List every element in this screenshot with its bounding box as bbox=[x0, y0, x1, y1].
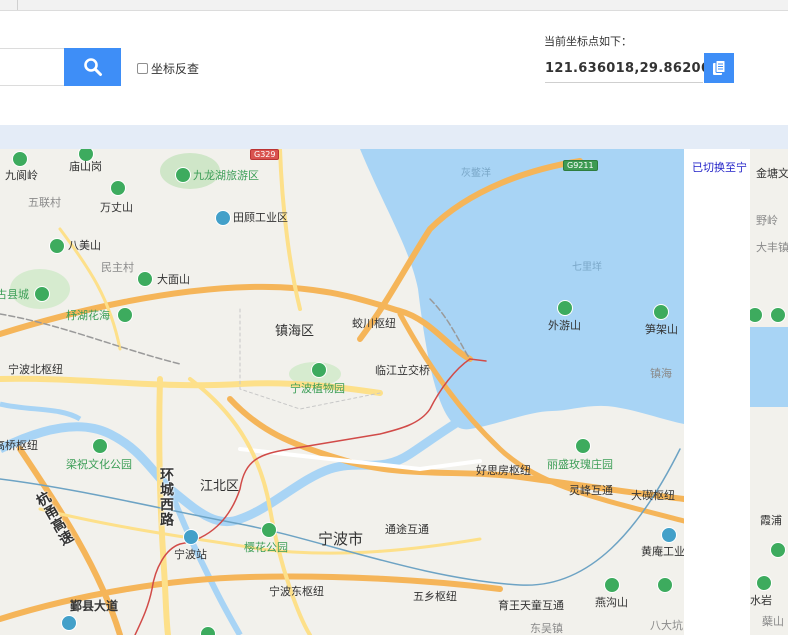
place-label: 蘗山 bbox=[762, 615, 784, 628]
place-label: 五乡枢纽 bbox=[413, 590, 457, 603]
place-label: 黄庵工业 bbox=[641, 545, 685, 558]
place-label: 宁波植物园 bbox=[290, 382, 345, 395]
place-label: 霞浦 bbox=[760, 514, 782, 527]
place-label: 田顾工业区 bbox=[233, 211, 288, 224]
place-label: 庙山岗 bbox=[69, 160, 102, 173]
district-label: 江北区 bbox=[200, 479, 240, 494]
highway-shield: G9211 bbox=[563, 160, 598, 171]
top-divider bbox=[17, 0, 18, 10]
place-label: 育王天童互通 bbox=[498, 599, 564, 612]
station-icon bbox=[183, 529, 199, 545]
place-label: 古县城 bbox=[0, 288, 29, 301]
place-label: 外游山 bbox=[548, 319, 581, 332]
side-panel bbox=[684, 149, 750, 635]
place-label: 五联村 bbox=[28, 196, 61, 209]
park-icon bbox=[261, 522, 277, 538]
place-label: 燕沟山 bbox=[595, 596, 628, 609]
search-icon bbox=[83, 58, 102, 76]
airport-icon bbox=[61, 615, 77, 631]
place-label: 梁祝文化公园 bbox=[66, 458, 132, 471]
reverse-lookup-label: 坐标反查 bbox=[151, 62, 200, 76]
place-label: 大面山 bbox=[157, 273, 190, 286]
place-label: 好思房枢纽 bbox=[476, 464, 531, 477]
sea-label: 七里垟 bbox=[572, 262, 602, 273]
map-canvas[interactable]: G329 G9211 九阆岭 庙山岗 九龙湖旅游区 灰鳖洋 五联村 万丈山 田顾… bbox=[0, 149, 788, 635]
sea-area bbox=[360, 149, 684, 430]
park-icon bbox=[750, 307, 763, 323]
place-label: 宁波东枢纽 bbox=[269, 585, 324, 598]
park-icon bbox=[12, 151, 28, 167]
road-label: 环城西路 bbox=[158, 467, 174, 527]
place-label: 金塘文化 bbox=[756, 167, 788, 180]
place-label: 樱花公园 bbox=[244, 541, 288, 554]
road-label: 鄞县大道 bbox=[70, 599, 119, 613]
place-label: 万丈山 bbox=[100, 201, 133, 214]
park-icon bbox=[575, 438, 591, 454]
place-label: 宁波北枢纽 bbox=[8, 363, 63, 376]
highway-shield: G329 bbox=[250, 149, 280, 160]
place-label: 民主村 bbox=[101, 261, 134, 274]
top-strip bbox=[0, 0, 788, 11]
place-label: 九阆岭 bbox=[5, 169, 38, 182]
park-icon bbox=[604, 577, 620, 593]
park-icon bbox=[770, 542, 786, 558]
place-label: 灵峰互通 bbox=[569, 484, 613, 497]
copy-icon bbox=[713, 60, 726, 75]
switch-notice[interactable]: 已切换至宁 bbox=[692, 159, 747, 175]
place-label: 大丰镇 bbox=[756, 241, 788, 254]
search-button[interactable] bbox=[64, 48, 121, 86]
landmark-icon bbox=[34, 286, 50, 302]
place-label: 笋架山 bbox=[645, 323, 678, 336]
place-label: 通途互通 bbox=[385, 523, 429, 536]
place-label: 八美山 bbox=[68, 239, 101, 252]
industrial-icon bbox=[215, 210, 231, 226]
park-icon bbox=[770, 307, 786, 323]
place-label: 杼湖花海 bbox=[66, 309, 110, 322]
sea-area-secondary bbox=[750, 327, 788, 407]
place-label: 水岩 bbox=[750, 594, 772, 607]
park-icon bbox=[653, 304, 669, 320]
park-icon bbox=[92, 438, 108, 454]
place-label: 蛟川枢纽 bbox=[352, 317, 396, 330]
place-label: 九龙湖旅游区 bbox=[193, 169, 259, 182]
place-label: 丽盛玫瑰庄园 bbox=[547, 458, 613, 471]
search-input[interactable] bbox=[0, 48, 64, 86]
park-icon bbox=[117, 307, 133, 323]
park-icon bbox=[137, 271, 153, 287]
city-label: 宁波市 bbox=[318, 530, 364, 548]
park-icon bbox=[657, 577, 673, 593]
park-icon bbox=[200, 626, 216, 635]
coord-value-field[interactable]: 121.636018,29.86206 bbox=[545, 56, 710, 83]
place-label: 镇海 bbox=[650, 367, 672, 380]
place-label: 东吴镇 bbox=[530, 622, 563, 635]
sea-label: 灰鳖洋 bbox=[461, 168, 491, 179]
place-label: 大碶枢纽 bbox=[631, 489, 675, 502]
park-icon bbox=[49, 238, 65, 254]
park-icon bbox=[110, 180, 126, 196]
place-label: 八大坑 bbox=[650, 619, 683, 632]
secondary-map-strip[interactable]: 金塘文化 野岭 大丰镇 霞浦 水岩 蘗山 bbox=[750, 149, 788, 635]
header-divider-band bbox=[0, 125, 788, 149]
copy-button[interactable] bbox=[704, 53, 734, 83]
river-west bbox=[0, 401, 82, 422]
district-label: 镇海区 bbox=[275, 324, 315, 339]
park-icon bbox=[175, 167, 191, 183]
place-label: 临江立交桥 bbox=[375, 364, 430, 377]
coord-caption: 当前坐标点如下： bbox=[544, 35, 632, 48]
park-icon bbox=[557, 300, 573, 316]
park-icon bbox=[756, 575, 772, 591]
place-label: 野岭 bbox=[756, 214, 778, 227]
place-label: 宁波站 bbox=[174, 548, 207, 561]
expressway bbox=[0, 283, 473, 362]
reverse-lookup-toggle[interactable]: 坐标反查 bbox=[137, 60, 199, 77]
reverse-lookup-checkbox[interactable] bbox=[137, 63, 148, 74]
park-icon bbox=[311, 362, 327, 378]
industrial-icon bbox=[661, 527, 677, 543]
place-label: 高桥枢纽 bbox=[0, 439, 38, 452]
map-base-layer bbox=[0, 149, 788, 635]
